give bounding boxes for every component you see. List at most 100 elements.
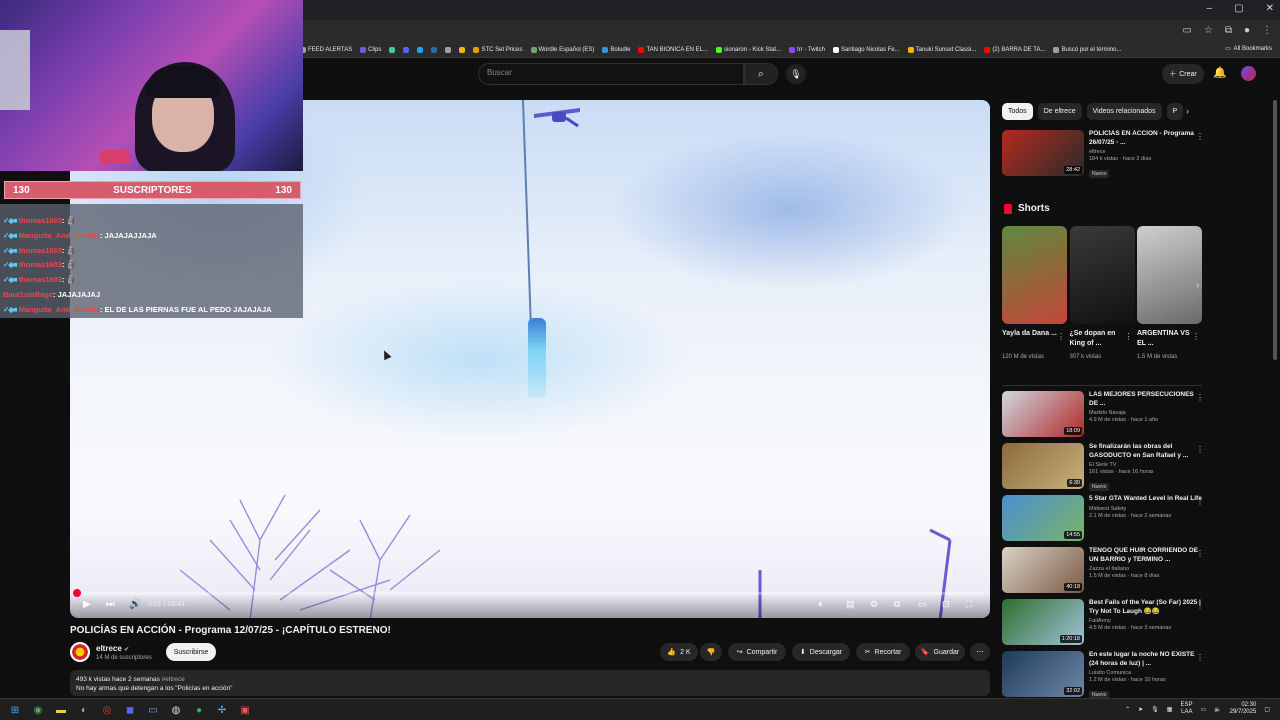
download-button[interactable]: ⬇ Descargar [792,643,850,661]
description-box[interactable]: 493 k vistas hace 2 semanas #eltrece No … [70,670,990,696]
short-title[interactable]: Yayla da Dana ... [1002,329,1057,339]
more-vertical-icon[interactable]: ⋮ [1196,393,1204,402]
recommended-video[interactable]: 18:09 LAS MEJORES PERSECUCIONES DE ... Mar… [1002,391,1204,437]
more-vertical-icon[interactable]: ⋮ [1196,549,1204,558]
more-vertical-icon[interactable]: ⋮ [1196,653,1204,662]
video-thumbnail[interactable]: 40:18 [1002,547,1084,593]
close-button[interactable]: ✕ [1266,3,1274,14]
bookmark-item[interactable]: sionaron - Kick Stat... [716,46,781,53]
share-button[interactable]: ↪ Compartir [728,643,786,661]
chevron-right-icon[interactable]: › [1196,280,1199,291]
short-title[interactable]: ¿Se dopan en King of ... [1070,329,1125,349]
volume-icon[interactable]: 🔈 [1214,706,1221,713]
search-input[interactable]: Buscar [478,63,744,85]
extensions-icon[interactable]: ⧉ [1225,25,1232,36]
bookmark-item[interactable]: Santiago Nicolas Fe... [832,46,900,53]
spotify-icon[interactable]: ● [192,703,206,717]
more-vertical-icon[interactable]: ⋮ [1192,332,1200,341]
bookmark-item[interactable]: Clips [360,46,381,53]
video-thumbnail[interactable]: 28:42 [1002,130,1084,176]
bookmark-item[interactable]: Buscó por el término... [1053,46,1122,53]
fullscreen-icon[interactable]: ⛶ [966,599,972,610]
video-title[interactable]: Best Fails of the Year (So Far) 2025 | T… [1089,599,1202,616]
video-title[interactable]: En este lugar la noche NO EXISTE (24 hor… [1089,651,1202,668]
notifications-bell-icon[interactable]: 🔔 [1213,66,1227,79]
telegram-icon[interactable]: ➤ [1138,706,1143,713]
video-thumbnail[interactable]: 14:55 [1002,495,1084,541]
more-vertical-icon[interactable]: ⋮ [1125,332,1133,341]
channel-name[interactable]: eltrece ✔ [96,644,129,653]
dislike-button[interactable]: 👎 [700,643,722,661]
autoplay-toggle-icon[interactable]: ⏸ [818,599,823,610]
channel-name[interactable]: FailArmy [1089,618,1202,624]
file-explorer-icon[interactable]: ▬ [54,703,68,717]
recommended-video[interactable]: 14:55 5 Star GTA Wanted Level in Real Lif… [1002,495,1204,541]
clip-button[interactable]: ✂ Recortar [856,643,910,661]
language-indicator[interactable]: ESP LAA [1180,702,1192,716]
bookmark-item[interactable]: TAN BIONICA EN EL... [638,46,708,53]
page-scrollbar[interactable] [1273,100,1277,360]
app-icon[interactable]: ◎ [100,703,114,717]
video-title[interactable]: LAS MEJORES PERSECUCIONES DE ... [1089,391,1202,408]
minimize-button[interactable]: – [1207,3,1213,14]
channel-name[interactable]: eltrece [1089,149,1202,155]
save-button[interactable]: 🔖 Guardar [915,643,965,661]
video-thumbnail[interactable]: 1:20:18 [1002,599,1084,645]
voice-search-button[interactable]: 🎙 [786,64,806,84]
subscribe-button[interactable]: Suscribirse [166,643,216,661]
bookmark-item[interactable]: STC Set Prices [473,46,523,53]
bookmark-item[interactable]: (2) BARRA DE TA... [984,46,1045,53]
volume-icon[interactable]: 🔊 [129,599,141,610]
filter-chip[interactable]: Todos [1002,103,1033,120]
bookmark-item[interactable] [403,46,410,53]
recommended-video[interactable]: 40:18 TENGO QUE HUIR CORRIENDO DE UN BARR… [1002,547,1204,593]
channel-name[interactable]: Midwest Safety [1089,506,1202,512]
theater-mode-icon[interactable]: ▭ [918,599,927,610]
settings-gear-icon[interactable]: ⚙ [870,599,878,610]
profile-icon[interactable]: ● [1244,25,1250,36]
video-thumbnail[interactable]: 32:02 [1002,651,1084,697]
short-thumbnail[interactable] [1137,226,1202,324]
filter-chip[interactable]: De eltrece [1037,103,1082,120]
bookmark-item[interactable] [389,46,396,53]
miniplayer-icon[interactable]: ⧉ [894,599,900,610]
more-vertical-icon[interactable]: ⋮ [1196,497,1204,506]
bookmark-item[interactable]: Boludle [602,46,630,53]
video-title[interactable]: 5 Star GTA Wanted Level in Real Life [1089,495,1202,504]
chrome-icon[interactable]: ◉ [31,703,45,717]
progress-scrubber-handle[interactable] [73,589,81,597]
steam-icon[interactable]: ◐ [77,703,91,717]
chevron-right-icon[interactable]: › [1186,106,1189,116]
video-title[interactable]: Se finalizarán las obras del GASODUCTO e… [1089,443,1202,460]
clock[interactable]: 02:30 29/7/2025 [1230,702,1257,716]
channel-name[interactable]: Luisito Comunica [1089,670,1202,676]
filter-chip[interactable]: P [1166,103,1184,120]
channel-name[interactable]: Markito Navaja [1089,410,1202,416]
video-player[interactable] [70,100,990,618]
more-vertical-icon[interactable]: ⋮ [1057,332,1065,341]
chevron-up-icon[interactable]: ⌃ [1125,706,1130,713]
bookmark-item[interactable]: FEED ALERTAS [300,46,352,53]
video-title[interactable]: POLICÍAS EN ACCIÓN - Programa 26/07/25 -… [1089,130,1202,147]
channel-name[interactable]: Zazza el Italiano [1089,566,1202,572]
channel-avatar[interactable] [70,642,90,662]
video-title[interactable]: TENGO QUE HUIR CORRIENDO DE UN BARRIO y … [1089,547,1202,564]
create-button[interactable]: ＋ Crear [1162,64,1204,84]
bookmark-item[interactable] [431,46,438,53]
cast-icon[interactable]: ▭ [1182,25,1191,36]
bookmark-star-icon[interactable]: ☆ [1204,25,1213,36]
short-thumbnail[interactable] [1002,226,1067,324]
recommended-video[interactable]: 32:02 En este lugar la noche NO EXISTE (2… [1002,651,1204,701]
progress-track[interactable] [76,592,984,595]
more-vertical-icon[interactable]: ⋮ [1196,445,1204,454]
bookmark-item[interactable]: Tanuki Sunset Classi... [907,46,976,53]
recorder-icon[interactable]: ▣ [238,703,252,717]
next-video-icon[interactable]: ⏭ [106,599,115,610]
more-actions-button[interactable]: ⋯ [970,643,990,661]
bookmark-item[interactable] [459,46,466,53]
cast-icon[interactable]: ⊡ [942,599,950,610]
recommended-video[interactable]: 28:42 POLICÍAS EN ACCIÓN - Programa 26/07… [1002,130,1204,180]
short-title[interactable]: ARGENTINA VS EL ... [1137,329,1192,349]
recommended-video[interactable]: 1:20:18 Best Fails of the Year (So Far) 2… [1002,599,1204,645]
filter-chip[interactable]: Videos relacionados [1086,103,1162,120]
